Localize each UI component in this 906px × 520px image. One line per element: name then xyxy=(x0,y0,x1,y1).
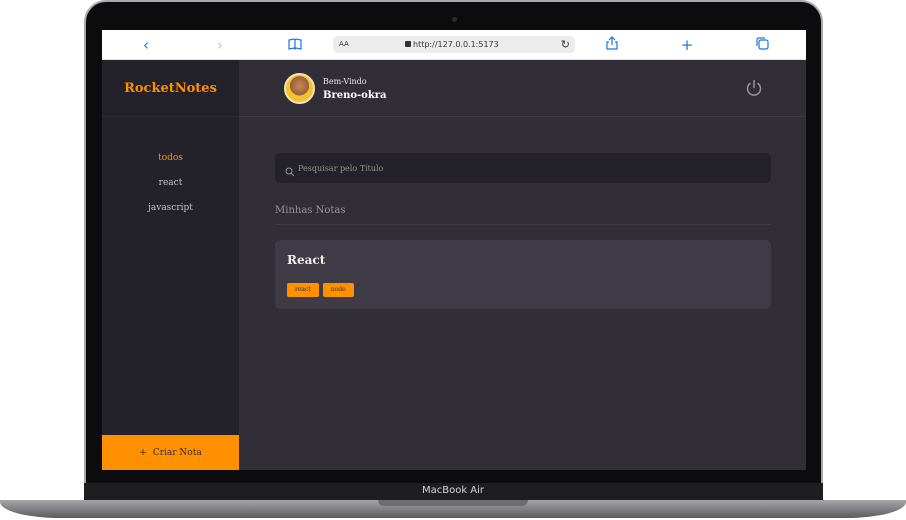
welcome-text: Bem-Vindo xyxy=(323,77,367,86)
bookmarks-icon[interactable] xyxy=(285,36,305,54)
search-box xyxy=(275,153,771,183)
tabs-icon[interactable] xyxy=(752,36,772,54)
back-icon[interactable]: ‹ xyxy=(136,36,156,54)
url-text[interactable]: http://127.0.0.1:5173 xyxy=(413,36,499,53)
sidebar-item-todos[interactable]: todos xyxy=(158,152,183,164)
search-input[interactable] xyxy=(298,153,758,183)
forward-icon[interactable]: › xyxy=(210,36,230,54)
sidebar-item-javascript[interactable]: javascript xyxy=(148,202,193,214)
laptop-notch xyxy=(378,500,528,506)
text-size-button[interactable]: AA xyxy=(339,36,349,53)
section-title: Minhas Notas xyxy=(275,205,771,225)
note-title: React xyxy=(287,253,326,267)
note-card[interactable]: React react node xyxy=(275,240,771,309)
create-note-button[interactable]: + Criar Nota xyxy=(102,435,239,470)
create-note-label: Criar Nota xyxy=(152,447,202,458)
camera-icon xyxy=(452,17,457,22)
new-tab-icon[interactable]: + xyxy=(677,36,697,54)
note-tags: react node xyxy=(287,283,354,297)
browser-toolbar: ‹ › AA http://127.0.0.1:5173 ↻ + xyxy=(102,30,806,60)
screen: ‹ › AA http://127.0.0.1:5173 ↻ + RocketN… xyxy=(102,30,806,470)
brand-title: RocketNotes xyxy=(102,60,239,117)
device-label: MacBook Air xyxy=(421,485,485,496)
reload-icon[interactable]: ↻ xyxy=(561,36,570,53)
username[interactable]: Breno-okra xyxy=(323,90,387,101)
lock-icon xyxy=(405,41,411,47)
laptop-base xyxy=(0,500,906,520)
search-icon xyxy=(285,162,297,177)
sidebar-item-react[interactable]: react xyxy=(159,177,183,189)
tag-badge: node xyxy=(322,283,354,297)
plus-icon: + xyxy=(139,447,147,458)
main-content: Minhas Notas React react node xyxy=(239,117,806,470)
sidebar: RocketNotes todos react javascript + Cri… xyxy=(102,60,239,470)
app-header: Bem-Vindo Breno-okra xyxy=(239,60,806,117)
tag-badge: react xyxy=(287,283,319,297)
share-icon[interactable] xyxy=(602,36,622,54)
address-bar[interactable]: AA http://127.0.0.1:5173 ↻ xyxy=(333,36,575,53)
power-icon[interactable] xyxy=(744,78,764,98)
avatar[interactable] xyxy=(284,73,315,104)
tag-list: todos react javascript xyxy=(102,152,239,214)
